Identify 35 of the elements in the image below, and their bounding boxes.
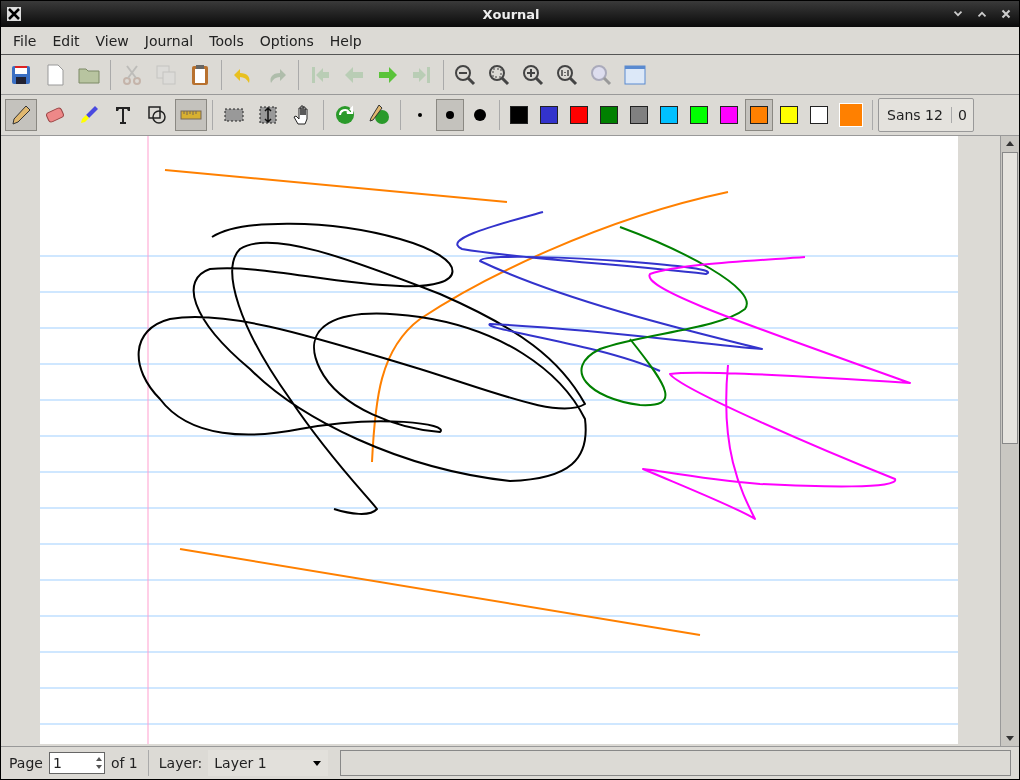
layer-label: Layer:: [158, 755, 203, 771]
menu-item[interactable]: File: [5, 30, 45, 51]
page-count: of 1: [110, 755, 138, 771]
refresh-icon: [333, 103, 357, 127]
layer-dropdown[interactable]: Layer 1: [208, 750, 329, 776]
close-icon[interactable]: [999, 7, 1013, 21]
magnifier-icon: [589, 62, 613, 87]
color-button[interactable]: [745, 99, 773, 131]
window-title: Xournal: [481, 6, 541, 22]
shapes-icon: [145, 103, 169, 127]
menu-item[interactable]: View: [87, 30, 137, 51]
menu-item[interactable]: Options: [251, 30, 322, 51]
vertical-scrollbar[interactable]: [1000, 136, 1019, 746]
page-spinner[interactable]: 1: [48, 752, 105, 774]
pencil-icon: [9, 103, 33, 127]
font-button[interactable]: Sans 12 0: [878, 98, 974, 132]
zoom-out-icon: [453, 62, 477, 87]
dot-icon: [446, 111, 454, 119]
fullscreen-icon: [623, 62, 647, 87]
dot-icon: [474, 109, 486, 121]
scrollbar-thumb[interactable]: [1002, 152, 1018, 444]
tool-button[interactable]: [5, 99, 37, 131]
pencil-refresh-icon: [367, 103, 391, 127]
zoom-100-icon: [555, 62, 579, 87]
menu-item[interactable]: Journal: [136, 30, 202, 51]
app-x-icon: [7, 7, 21, 21]
dot-icon: [418, 113, 422, 117]
menu-item[interactable]: Edit: [44, 30, 88, 51]
menu-item[interactable]: Tools: [201, 30, 252, 51]
zoom-in-icon: [521, 62, 545, 87]
caret-icon: [312, 758, 323, 768]
thickness-button[interactable]: [436, 99, 464, 131]
zoom-fit-icon: [487, 62, 511, 87]
page-label: Page: [9, 755, 43, 771]
menu-item[interactable]: Help: [321, 30, 370, 51]
